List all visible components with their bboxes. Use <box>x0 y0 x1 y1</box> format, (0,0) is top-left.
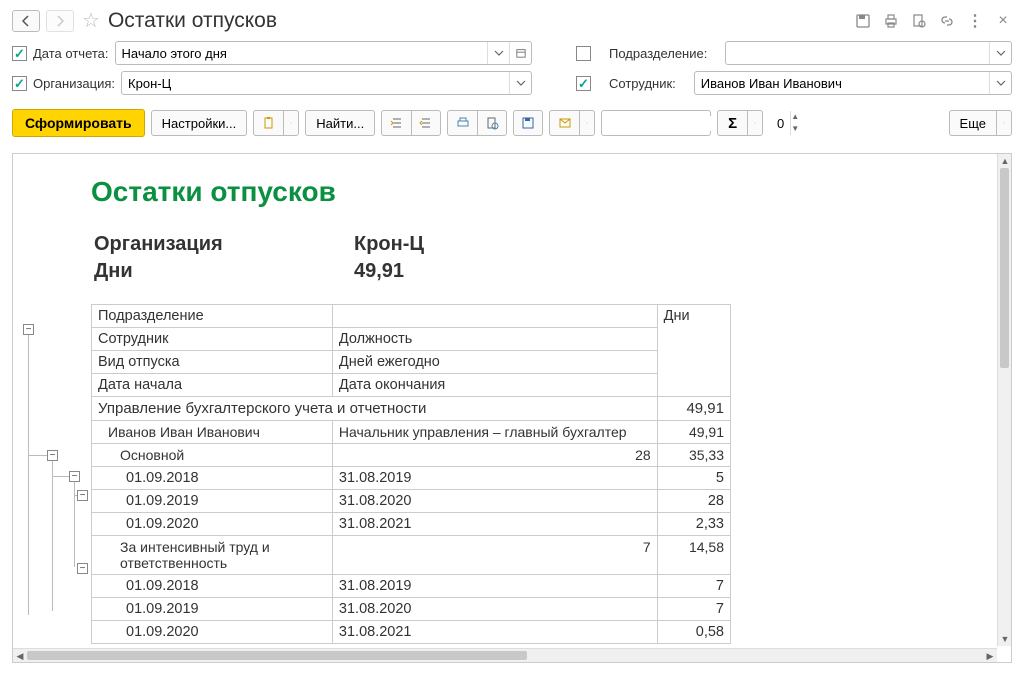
vertical-scrollbar[interactable]: ▲ ▼ <box>997 154 1011 646</box>
step-up[interactable]: ▲ <box>791 111 799 123</box>
org-label: Организация: <box>33 76 115 91</box>
more-menu-icon[interactable]: ⋮ <box>966 12 984 30</box>
preview-button[interactable] <box>477 110 507 136</box>
close-icon[interactable]: × <box>994 12 1012 30</box>
report-title: Остатки отпусков <box>91 176 997 208</box>
tree-toggle[interactable]: − <box>69 471 80 482</box>
more-dropdown[interactable] <box>996 110 1012 136</box>
dropdown-icon[interactable] <box>989 42 1011 64</box>
report-summary: ОрганизацияКрон-Ц Дни49,91 <box>91 230 427 286</box>
horizontal-scrollbar[interactable]: ◀ ▶ <box>13 648 997 662</box>
emp-input[interactable] <box>695 72 989 94</box>
tree-toggle[interactable]: − <box>47 450 58 461</box>
paste-dropdown[interactable] <box>283 110 299 136</box>
collapse-button[interactable] <box>381 110 411 136</box>
mail-button[interactable] <box>549 110 579 136</box>
org-checkbox[interactable] <box>12 76 27 91</box>
date-input[interactable] <box>116 42 487 64</box>
date-checkbox[interactable] <box>12 46 27 61</box>
emp-checkbox[interactable] <box>576 76 591 91</box>
paste-button[interactable] <box>253 110 283 136</box>
link-icon[interactable] <box>938 12 956 30</box>
generate-button[interactable]: Сформировать <box>12 109 145 137</box>
dept-label: Подразделение: <box>609 46 707 61</box>
nav-back-button[interactable] <box>12 10 40 32</box>
dept-checkbox[interactable] <box>576 46 591 61</box>
date-label: Дата отчета: <box>33 46 109 61</box>
step-down[interactable]: ▼ <box>791 123 799 135</box>
org-input[interactable] <box>122 72 509 94</box>
save-icon[interactable] <box>854 12 872 30</box>
number-input-group: ▲▼ <box>601 110 711 136</box>
more-button[interactable]: Еще <box>949 110 996 136</box>
more-label: Еще <box>960 116 986 131</box>
mail-dropdown[interactable] <box>579 110 595 136</box>
tree-toggle[interactable]: − <box>77 490 88 501</box>
sigma-dropdown[interactable] <box>747 110 763 136</box>
print-button[interactable] <box>447 110 477 136</box>
favorite-icon[interactable]: ☆ <box>82 8 100 33</box>
sigma-button[interactable]: Σ <box>717 110 747 136</box>
diskette-button[interactable] <box>513 110 543 136</box>
settings-label: Настройки... <box>162 116 237 131</box>
find-label: Найти... <box>316 116 364 131</box>
dropdown-icon[interactable] <box>989 72 1011 94</box>
dropdown-icon[interactable] <box>487 42 509 64</box>
report-table: ПодразделениеДни СотрудникДолжность Вид … <box>91 304 731 644</box>
find-button[interactable]: Найти... <box>305 110 375 136</box>
calendar-icon[interactable] <box>509 42 531 64</box>
tree-toggle[interactable]: − <box>77 563 88 574</box>
tree-toggle[interactable]: − <box>23 324 34 335</box>
expand-button[interactable] <box>411 110 441 136</box>
print-icon[interactable] <box>882 12 900 30</box>
dept-input[interactable] <box>726 42 989 64</box>
preview-icon[interactable] <box>910 12 928 30</box>
page-title: Остатки отпусков <box>108 9 848 33</box>
emp-label: Сотрудник: <box>609 76 676 91</box>
tree-column: − − − − − <box>21 166 91 644</box>
dropdown-icon[interactable] <box>509 72 531 94</box>
nav-forward-button[interactable] <box>46 10 74 32</box>
settings-button[interactable]: Настройки... <box>151 110 248 136</box>
